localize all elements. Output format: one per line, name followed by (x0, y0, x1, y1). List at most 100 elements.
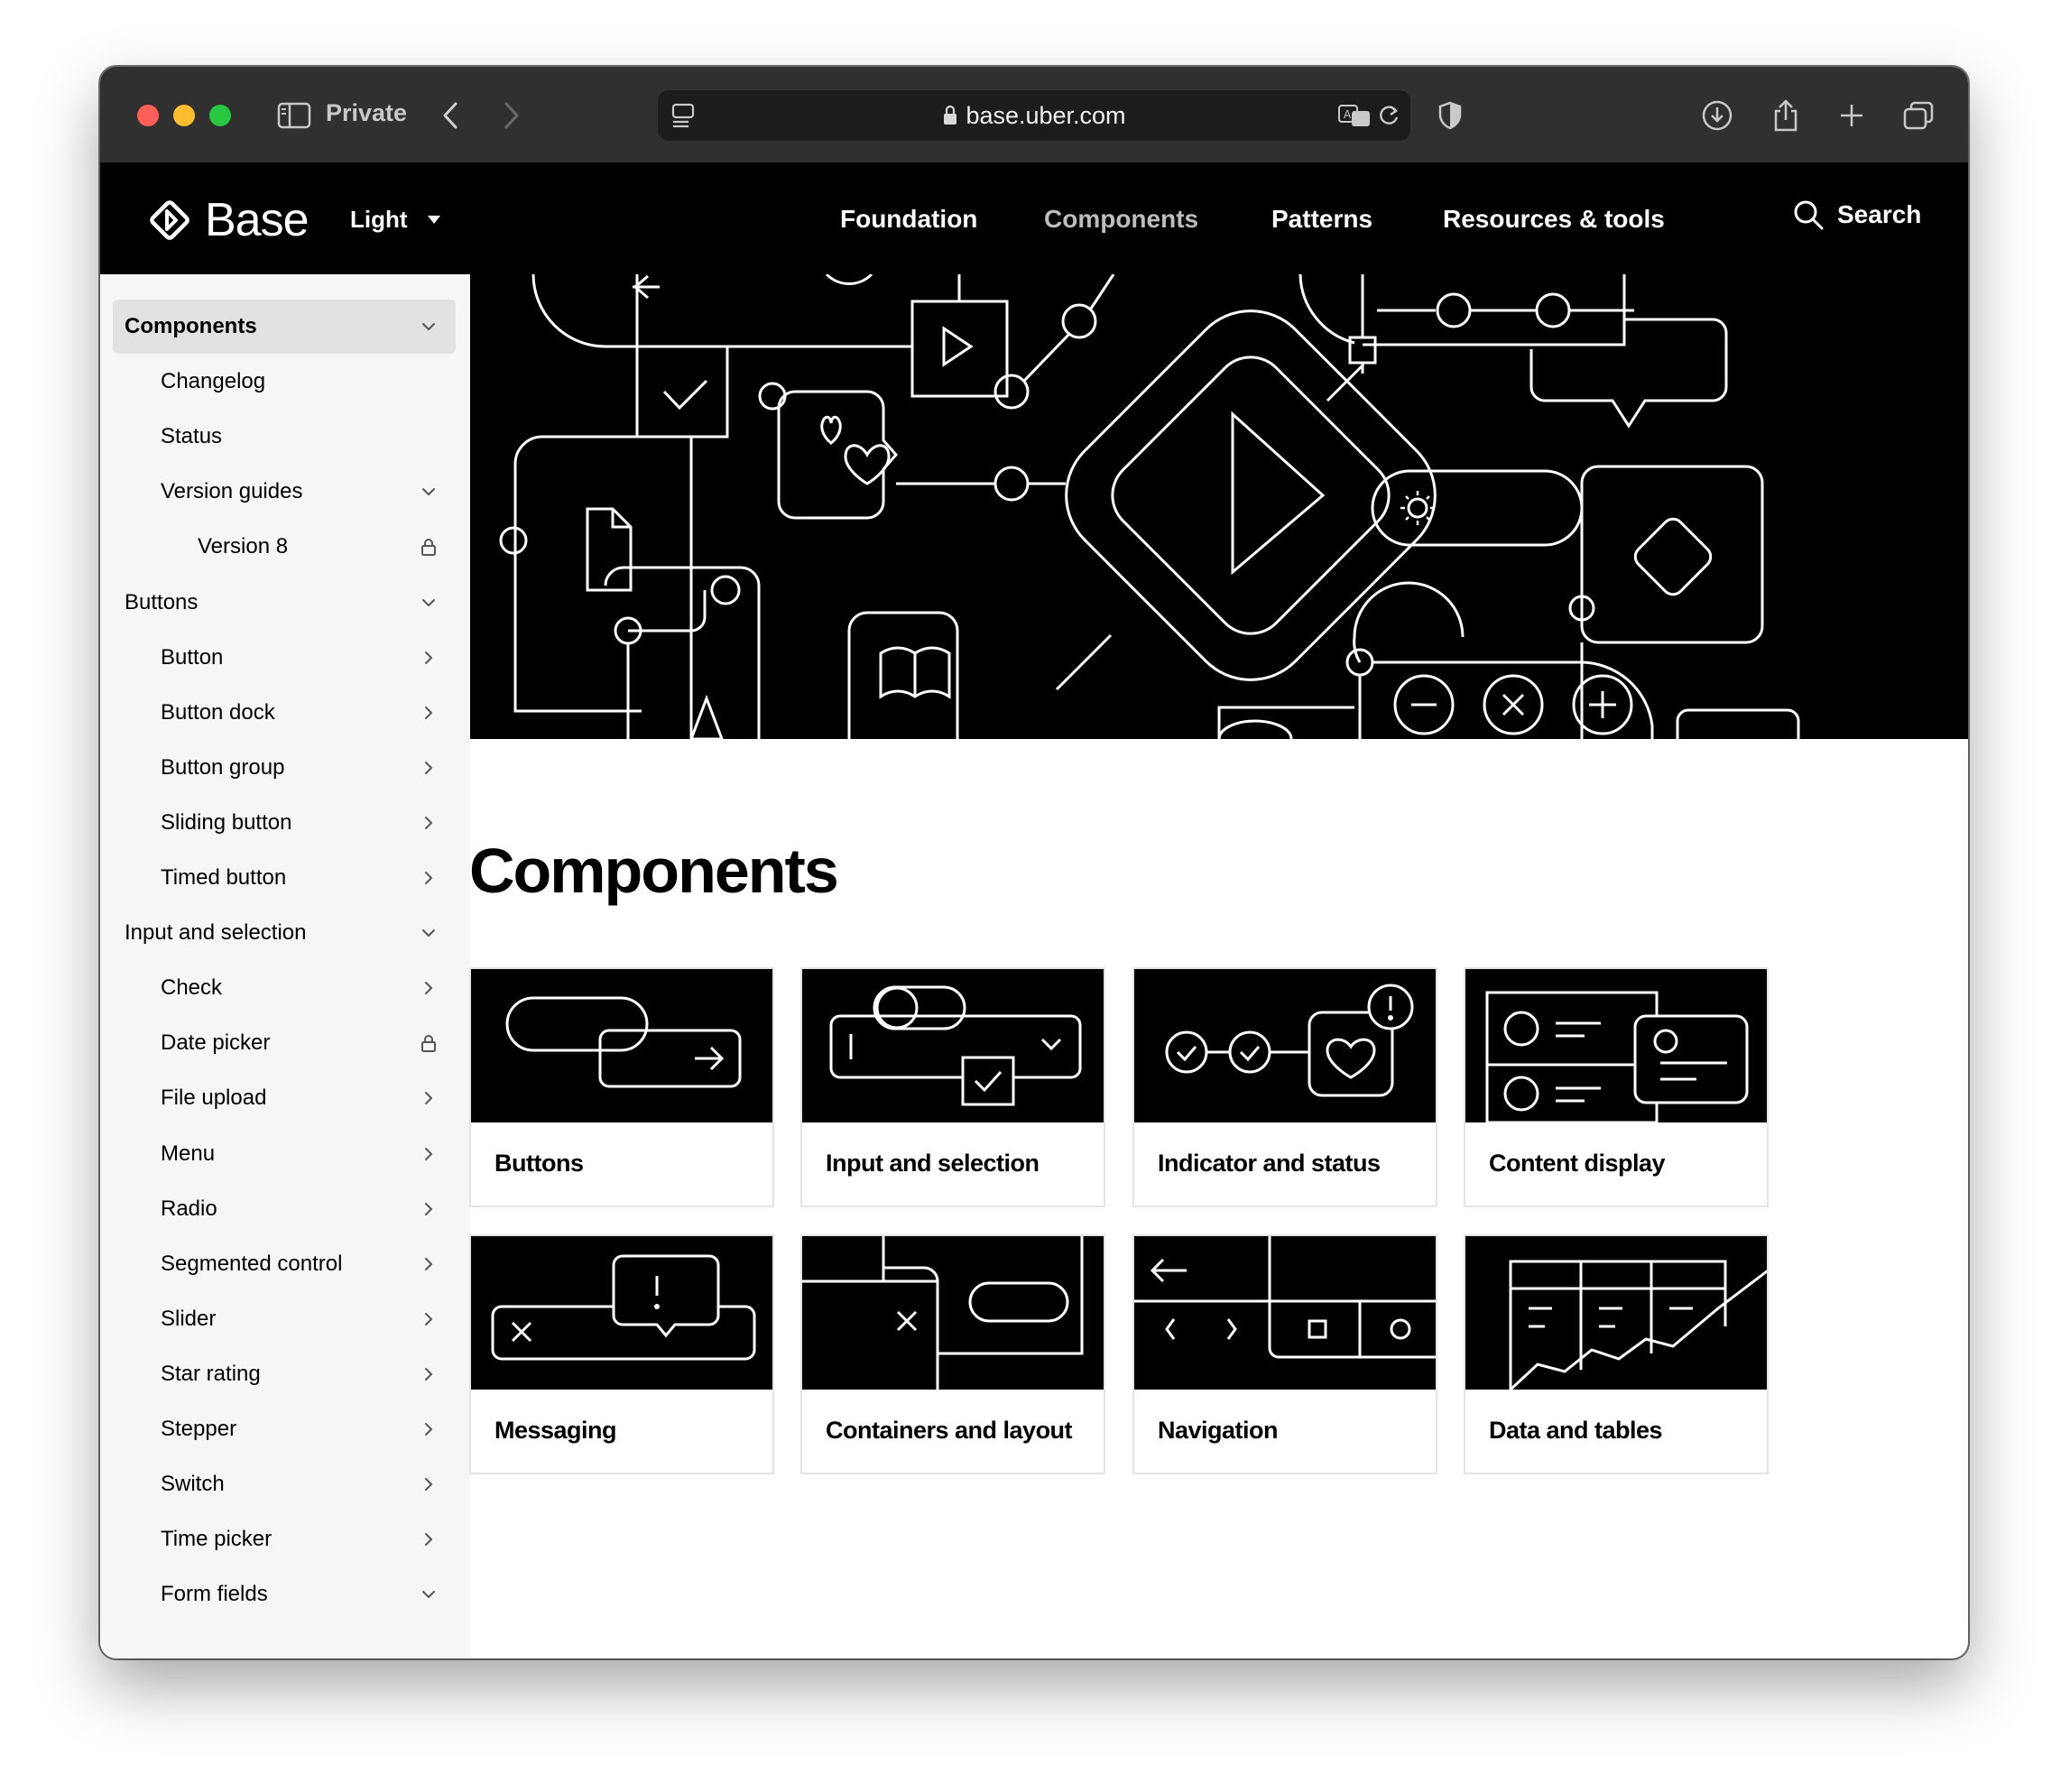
sidebar-item-label: Changelog (161, 369, 266, 394)
browser-toolbar: Private base.uber.com A (100, 67, 1968, 162)
sidebar-item-button-dock[interactable]: Button dock (113, 686, 456, 740)
chevron-right-icon (418, 1363, 439, 1385)
sidebar-item-input-and-selection[interactable]: Input and selection (113, 906, 456, 960)
sidebar-item-stepper[interactable]: Stepper (113, 1402, 456, 1456)
sidebar-item-button[interactable]: Button (113, 631, 456, 685)
chevron-right-icon (418, 977, 439, 999)
download-icon[interactable] (1699, 97, 1735, 134)
sidebar-item-label: Sliding button (161, 809, 292, 835)
card-illustration (802, 1236, 1104, 1390)
search-label: Search (1837, 200, 1922, 228)
card-indicator-and-status[interactable]: Indicator and status (1132, 967, 1437, 1207)
sidebar-item-check[interactable]: Check (113, 961, 456, 1015)
chevron-right-icon (418, 867, 439, 889)
sidebar-item-button-group[interactable]: Button group (113, 741, 456, 795)
private-label: Private (326, 99, 408, 126)
chevron-right-icon (418, 1253, 439, 1275)
sidebar-item-label: File upload (161, 1085, 267, 1111)
page-title: Components (469, 836, 839, 906)
sidebar-item-star-rating[interactable]: Star rating (113, 1347, 456, 1401)
card-data-and-tables[interactable]: Data and tables (1464, 1234, 1769, 1474)
reload-icon[interactable] (1371, 97, 1407, 134)
card-input-and-selection[interactable]: Input and selection (800, 967, 1105, 1207)
minimize-window-button[interactable] (173, 105, 195, 126)
svg-text:A: A (1344, 108, 1352, 121)
lock-icon (418, 1032, 439, 1054)
sidebar-item-components[interactable]: Components (113, 300, 456, 354)
card-illustration (1465, 1236, 1767, 1390)
tab-overview-icon[interactable] (1900, 97, 1936, 134)
theme-select[interactable]: Light (350, 206, 440, 234)
sidebar-item-time-picker[interactable]: Time picker (113, 1512, 456, 1566)
chevron-down-icon (418, 922, 439, 944)
nav-components[interactable]: Components (1044, 205, 1198, 234)
card-illustration (1465, 969, 1767, 1122)
address-bar[interactable]: base.uber.com A (658, 90, 1410, 141)
card-illustration (1134, 969, 1436, 1122)
nav-resources-tools[interactable]: Resources & tools (1443, 205, 1665, 234)
search-button[interactable]: Search (1792, 199, 1921, 231)
sidebar-item-label: Star rating (161, 1361, 261, 1386)
chevron-right-icon (418, 812, 439, 834)
sidebar-item-label: Radio (161, 1196, 217, 1221)
card-illustration (471, 969, 772, 1122)
card-label: Data and tables (1489, 1417, 1663, 1444)
sidebar-item-label: Form fields (161, 1582, 268, 1607)
sidebar-item-label: Segmented control (161, 1251, 343, 1276)
sidebar-item-switch[interactable]: Switch (113, 1457, 456, 1511)
base-logo[interactable]: Base (147, 193, 310, 247)
nav-foundation[interactable]: Foundation (840, 205, 977, 234)
shield-icon[interactable] (1432, 97, 1468, 134)
sidebar-item-label: Button (161, 644, 224, 670)
hero-illustration (470, 274, 1968, 739)
site-header: Base Light Foundation Components Pattern… (100, 162, 1968, 274)
card-containers-and-layout[interactable]: Containers and layout (800, 1234, 1105, 1474)
sidebar-item-buttons[interactable]: Buttons (113, 576, 456, 630)
sidebar-item-label: Input and selection (125, 920, 307, 946)
card-label: Navigation (1158, 1417, 1279, 1444)
zoom-window-button[interactable] (209, 105, 231, 126)
logo-text: Base (205, 194, 310, 246)
forward-icon[interactable] (494, 97, 530, 134)
back-icon[interactable] (432, 97, 468, 134)
chevron-down-icon (418, 316, 439, 337)
sidebar-item-date-picker[interactable]: Date picker (113, 1016, 456, 1070)
card-label: Containers and layout (826, 1417, 1073, 1444)
url-text: base.uber.com (658, 102, 1410, 130)
sidebar-item-label: Components (125, 314, 257, 338)
card-label: Buttons (494, 1150, 584, 1177)
card-navigation[interactable]: Navigation (1132, 1234, 1437, 1474)
translate-icon[interactable]: A (1336, 97, 1372, 134)
share-icon[interactable] (1768, 97, 1804, 134)
sidebar-item-radio[interactable]: Radio (113, 1182, 456, 1236)
sidebar-item-version-8[interactable]: Version 8 (113, 520, 456, 574)
sidebar-item-label: Buttons (125, 589, 199, 614)
sidebar-toggle-icon[interactable] (276, 97, 312, 134)
chevron-down-icon (418, 1584, 439, 1605)
chevron-right-icon (418, 1143, 439, 1165)
sidebar-item-timed-button[interactable]: Timed button (113, 851, 456, 905)
chevron-right-icon (418, 647, 439, 669)
card-messaging[interactable]: Messaging (469, 1234, 774, 1474)
sidebar-item-slider[interactable]: Slider (113, 1292, 456, 1346)
close-window-button[interactable] (137, 105, 159, 126)
sidebar-item-menu[interactable]: Menu (113, 1127, 456, 1181)
sidebar-item-sliding-button[interactable]: Sliding button (113, 796, 456, 850)
sidebar-item-label: Button group (161, 754, 285, 780)
sidebar-item-version-guides[interactable]: Version guides (113, 465, 456, 519)
sidebar-item-changelog[interactable]: Changelog (113, 355, 456, 409)
sidebar-item-file-upload[interactable]: File upload (113, 1071, 456, 1125)
card-buttons[interactable]: Buttons (469, 967, 774, 1207)
sidebar-item-status[interactable]: Status (113, 410, 456, 464)
nav-patterns[interactable]: Patterns (1271, 205, 1372, 234)
sidebar-item-form-fields[interactable]: Form fields (113, 1567, 456, 1621)
chevron-right-icon (418, 1529, 439, 1550)
card-content-display[interactable]: Content display (1464, 967, 1769, 1207)
sidebar-item-segmented-control[interactable]: Segmented control (113, 1237, 456, 1291)
chevron-down-icon (418, 592, 439, 614)
chevron-right-icon (418, 757, 439, 779)
chevron-right-icon (418, 1418, 439, 1440)
sidebar-item-label: Date picker (161, 1030, 271, 1056)
new-tab-icon[interactable] (1834, 97, 1870, 134)
sidebar: Components Changelog Status Version guides V… (100, 274, 470, 1658)
